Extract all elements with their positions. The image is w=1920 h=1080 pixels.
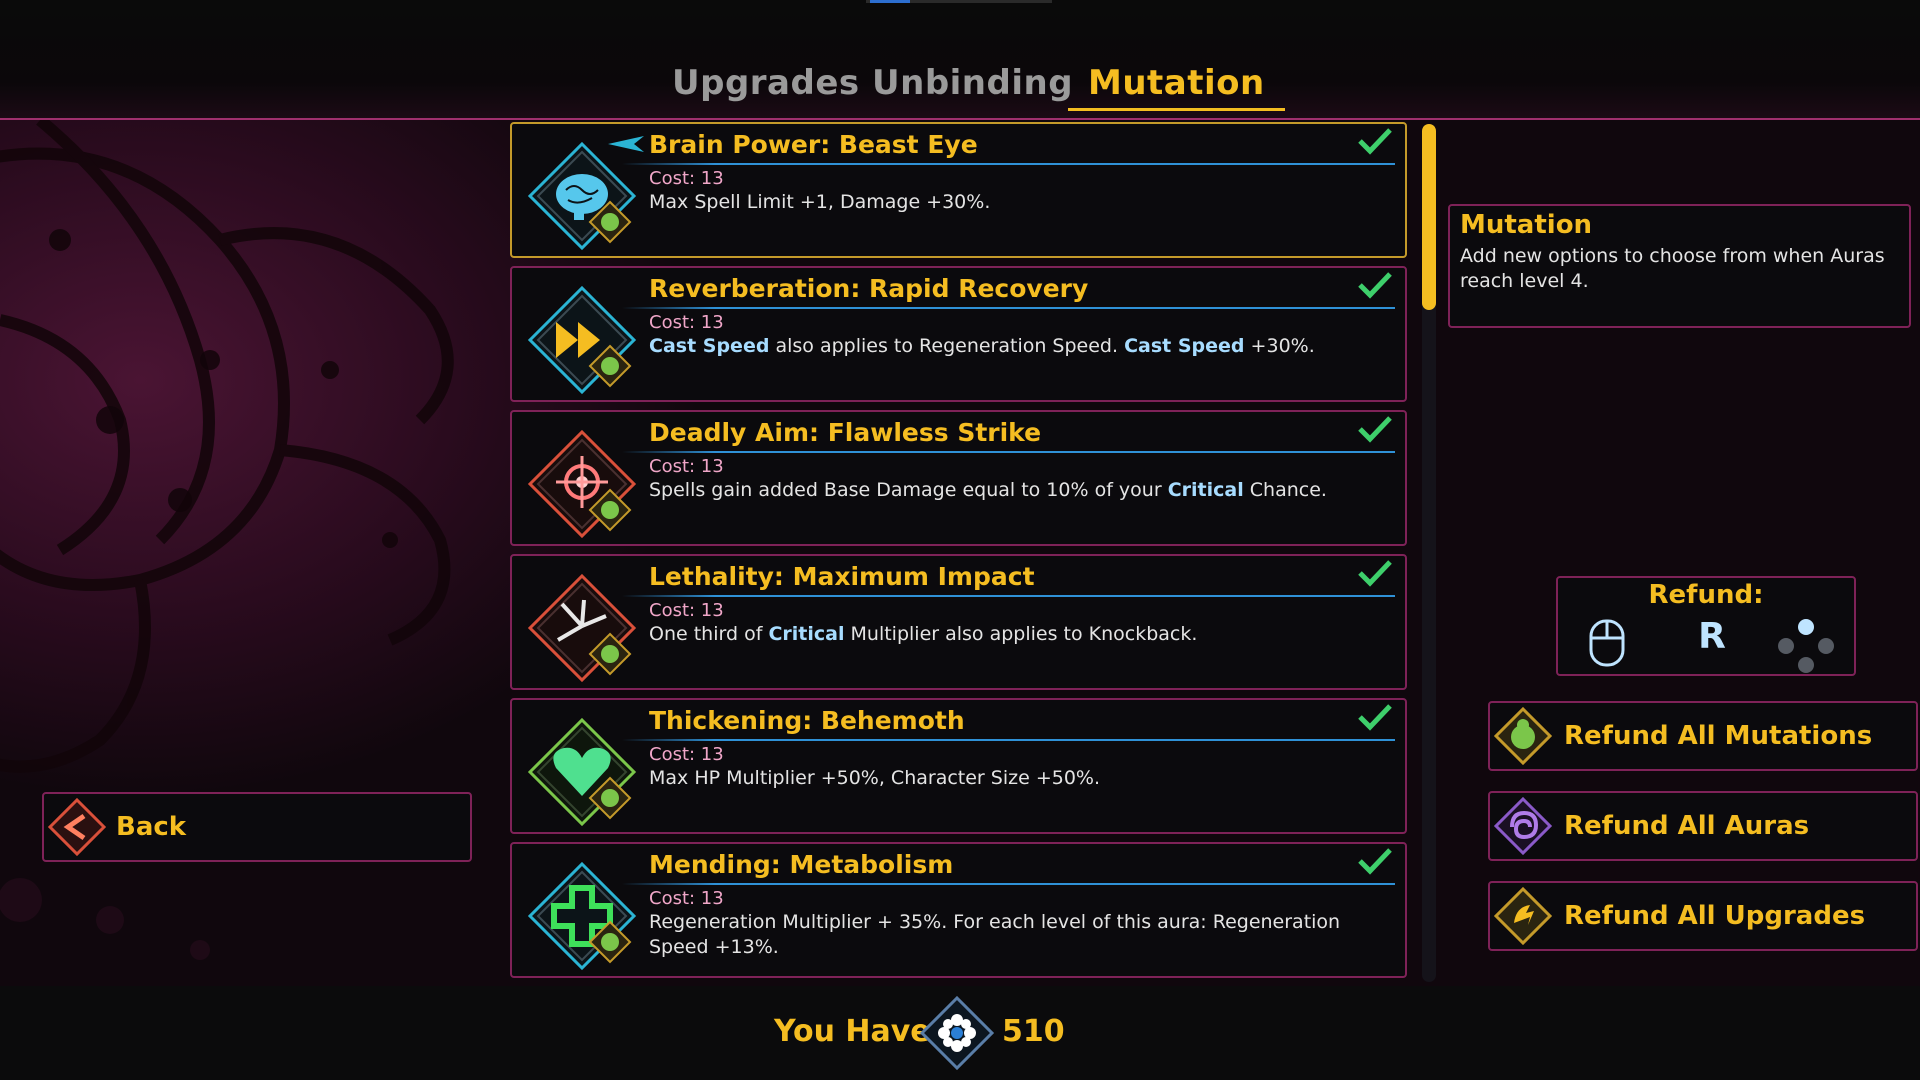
upgrade-icon xyxy=(1494,887,1552,945)
refund-title: Refund: xyxy=(1648,580,1764,610)
gamepad-buttons-icon xyxy=(1778,619,1834,673)
description-text: Chance. xyxy=(1243,479,1327,501)
mutation-cost: Cost: 13 xyxy=(649,600,724,621)
currency-value: 510 xyxy=(1002,1014,1065,1049)
mutation-description: Regeneration Multiplier + 35%. For each … xyxy=(649,910,1389,960)
description-text: Max Spell Limit +1, Damage +30%. xyxy=(649,191,991,213)
checkmark-icon xyxy=(1358,848,1392,875)
mutation-card[interactable]: Mending: Metabolism Cost: 13 Regeneratio… xyxy=(510,842,1407,978)
mutation-title: Mending: Metabolism xyxy=(649,850,954,879)
shatter-icon xyxy=(527,573,637,683)
mutation-card[interactable]: Reverberation: Rapid Recovery Cost: 13 C… xyxy=(510,266,1407,402)
refund-all-auras-label: Refund All Auras xyxy=(1564,811,1810,841)
mouse-icon xyxy=(1589,619,1625,667)
fast-forward-icon xyxy=(527,285,637,395)
info-title: Mutation xyxy=(1460,210,1593,240)
description-text: One third of xyxy=(649,623,769,645)
description-text: +30%. xyxy=(1244,335,1315,357)
tab-unbinding[interactable]: Unbinding xyxy=(852,58,1093,108)
mutation-description: Spells gain added Base Damage equal to 1… xyxy=(649,478,1389,503)
checkmark-icon xyxy=(1358,128,1392,155)
info-text: Add new options to choose from when Aura… xyxy=(1460,245,1885,292)
refund-hint: Refund: R xyxy=(1556,576,1856,676)
mutation-cost: Cost: 13 xyxy=(649,456,724,477)
mutation-card[interactable]: Brain Power: Beast Eye Cost: 13 Max Spel… xyxy=(510,122,1407,258)
mutation-icon xyxy=(1494,707,1552,765)
mutation-title: Thickening: Behemoth xyxy=(649,706,965,735)
checkmark-icon xyxy=(1358,416,1392,443)
brain-icon xyxy=(527,141,637,251)
tab-upgrades[interactable]: Upgrades xyxy=(652,58,880,108)
keyword-highlight: Cast Speed xyxy=(1124,335,1245,357)
checkmark-icon xyxy=(1358,560,1392,587)
aura-swirl-icon xyxy=(1494,797,1552,855)
checkmark-icon xyxy=(1358,704,1392,731)
medical-cross-icon xyxy=(527,861,637,971)
refund-all-upgrades-label: Refund All Upgrades xyxy=(1564,901,1866,931)
description-text: Multiplier also applies to Knockback. xyxy=(844,623,1198,645)
refund-all-upgrades-button[interactable]: Refund All Upgrades xyxy=(1488,881,1918,951)
back-button[interactable]: Back xyxy=(42,792,472,862)
refund-key: R xyxy=(1698,616,1726,657)
refund-all-mutations-label: Refund All Mutations xyxy=(1564,721,1873,751)
top-bar: Upgrades Unbinding Mutation xyxy=(0,0,1920,118)
description-text: Max HP Multiplier +50%, Character Size +… xyxy=(649,767,1101,789)
keyword-highlight: Critical xyxy=(768,623,845,645)
title-divider xyxy=(622,595,1395,597)
mutation-cost: Cost: 13 xyxy=(649,888,724,909)
title-divider xyxy=(622,883,1395,885)
top-accent xyxy=(866,0,1052,3)
currency-bar: You Have 510 xyxy=(0,986,1920,1080)
mutation-title: Brain Power: Beast Eye xyxy=(649,130,978,159)
title-divider xyxy=(622,739,1395,741)
mutation-title: Deadly Aim: Flawless Strike xyxy=(649,418,1042,447)
heart-icon xyxy=(527,717,637,827)
mutation-card[interactable]: Thickening: Behemoth Cost: 13 Max HP Mul… xyxy=(510,698,1407,834)
mutation-description: One third of Critical Multiplier also ap… xyxy=(649,622,1389,647)
scrollbar-thumb[interactable] xyxy=(1422,124,1436,310)
mutation-description: Max Spell Limit +1, Damage +30%. xyxy=(649,190,1389,215)
refund-all-mutations-button[interactable]: Refund All Mutations xyxy=(1488,701,1918,771)
description-text: Regeneration Multiplier + 35%. For each … xyxy=(649,911,1341,958)
title-divider xyxy=(622,451,1395,453)
currency-gem-icon xyxy=(920,996,994,1070)
currency-label: You Have xyxy=(774,1014,931,1049)
mutation-title: Reverberation: Rapid Recovery xyxy=(649,274,1089,303)
description-text: Spells gain added Base Damage equal to 1… xyxy=(649,479,1168,501)
checkmark-icon xyxy=(1358,272,1392,299)
mutation-description: Max HP Multiplier +50%, Character Size +… xyxy=(649,766,1389,791)
info-panel: Mutation Add new options to choose from … xyxy=(1448,204,1911,328)
mutation-description: Cast Speed also applies to Regeneration … xyxy=(649,334,1389,359)
back-label: Back xyxy=(116,812,187,842)
crosshair-burst-icon xyxy=(527,429,637,539)
mutation-cost: Cost: 13 xyxy=(649,168,724,189)
keyword-highlight: Critical xyxy=(1167,479,1244,501)
mutation-cost: Cost: 13 xyxy=(649,744,724,765)
refund-all-auras-button[interactable]: Refund All Auras xyxy=(1488,791,1918,861)
tab-bar: Upgrades Unbinding Mutation xyxy=(0,58,1920,111)
mutation-cost: Cost: 13 xyxy=(649,312,724,333)
keyword-highlight: Cast Speed xyxy=(649,335,770,357)
mutation-list: Brain Power: Beast Eye Cost: 13 Max Spel… xyxy=(510,122,1410,982)
arrow-indicator-icon xyxy=(608,136,644,152)
mutation-card[interactable]: Deadly Aim: Flawless Strike Cost: 13 Spe… xyxy=(510,410,1407,546)
title-divider xyxy=(622,307,1395,309)
mutation-title: Lethality: Maximum Impact xyxy=(649,562,1035,591)
back-arrow-icon xyxy=(48,798,106,856)
mutation-card[interactable]: Lethality: Maximum Impact Cost: 13 One t… xyxy=(510,554,1407,690)
tab-mutation[interactable]: Mutation xyxy=(1068,58,1285,111)
description-text: also applies to Regeneration Speed. xyxy=(769,335,1125,357)
title-divider xyxy=(622,163,1395,165)
